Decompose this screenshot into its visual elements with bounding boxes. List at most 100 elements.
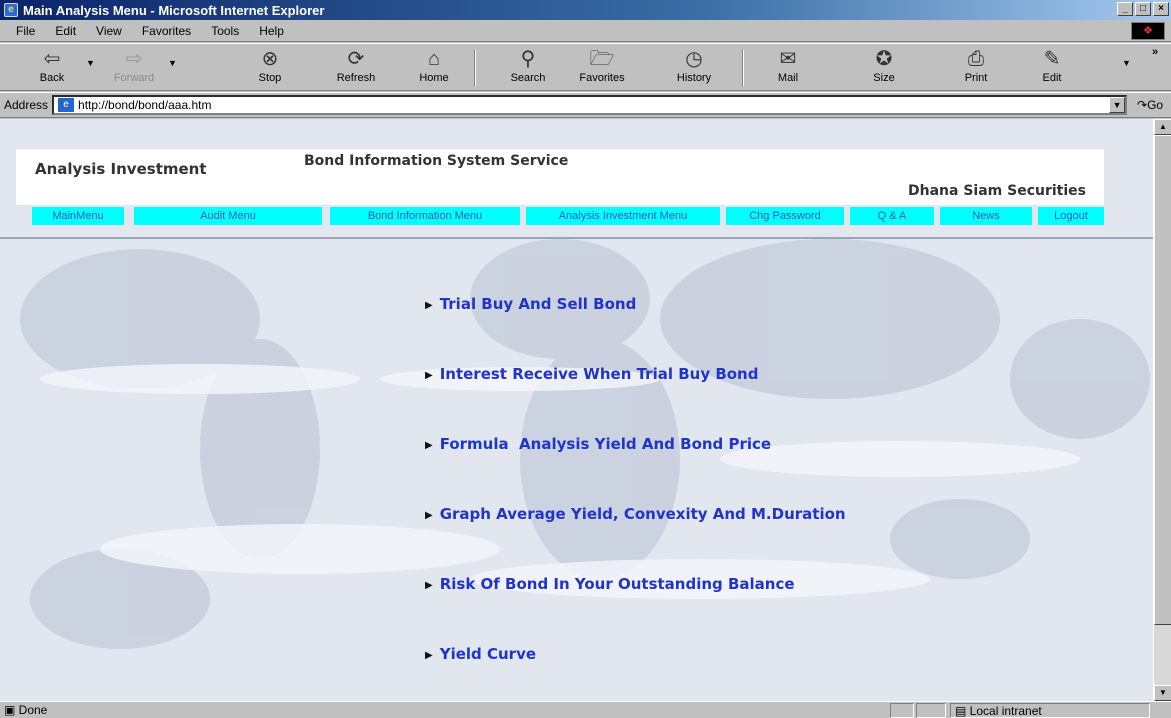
- search-label: Search: [510, 72, 546, 84]
- triangle-right-icon: ▶: [425, 300, 433, 311]
- link-label: Yield Curve: [439, 645, 537, 663]
- nav-q-and-a[interactable]: Q & A: [850, 207, 934, 225]
- vertical-scrollbar[interactable]: ▲ ▼: [1153, 119, 1171, 701]
- triangle-right-icon: ▶: [425, 650, 433, 661]
- mail-button[interactable]: ✉ Mail: [758, 46, 818, 90]
- triangle-right-icon: ▶: [425, 370, 433, 381]
- forward-dropdown-icon[interactable]: ▼: [168, 58, 177, 68]
- standard-toolbar: ⇦ Back ▼ ⇨ Forward ▼ ⊗ Stop ⟳ Refresh ⌂ …: [0, 43, 1171, 91]
- history-label: History: [676, 72, 712, 84]
- window-title: Main Analysis Menu - Microsoft Internet …: [23, 2, 325, 18]
- zone-label: Local intranet: [969, 704, 1042, 718]
- address-bar: Address e http://bond/bond/aaa.htm ▼ ↷Go: [0, 92, 1171, 118]
- search-button[interactable]: ⚲ Search: [498, 46, 558, 90]
- address-url: http://bond/bond/aaa.htm: [78, 98, 212, 112]
- edit-page-icon: ✎: [1043, 48, 1061, 70]
- close-button[interactable]: ×: [1153, 2, 1169, 16]
- header-divider: [0, 237, 1153, 239]
- chevron-right-icon[interactable]: »: [1152, 46, 1158, 58]
- link-graph-average-yield[interactable]: ▶ Graph Average Yield, Convexity And M.Du…: [425, 505, 846, 523]
- stop-button[interactable]: ⊗ Stop: [240, 46, 300, 90]
- back-button[interactable]: ⇦ Back: [22, 46, 82, 90]
- stop-icon: ⊗: [261, 48, 279, 70]
- page-icon: e: [58, 98, 75, 112]
- page-done-icon: ▣: [4, 702, 19, 717]
- scroll-down-icon[interactable]: ▼: [1154, 685, 1171, 701]
- nav-chg-password[interactable]: Chg Password: [726, 207, 844, 225]
- window-controls: _ □ ×: [1117, 2, 1169, 16]
- favorites-button[interactable]: 🗁 Favorites: [572, 46, 632, 90]
- nav-audit-menu[interactable]: Audit Menu: [134, 207, 322, 225]
- edit-button[interactable]: ✎ Edit: [1022, 46, 1082, 90]
- link-risk-of-bond[interactable]: ▶ Risk Of Bond In Your Outstanding Balanc…: [425, 575, 795, 593]
- menu-tools[interactable]: Tools: [201, 24, 249, 38]
- menu-edit[interactable]: Edit: [45, 24, 86, 38]
- header-right-title: Dhana Siam Securities: [908, 183, 1086, 199]
- link-yield-curve[interactable]: ▶ Yield Curve: [425, 645, 536, 663]
- menu-help[interactable]: Help: [249, 24, 294, 38]
- triangle-right-icon: ▶: [425, 580, 433, 591]
- status-bar: ▣ Done ▤ Local intranet: [0, 701, 1171, 718]
- forward-button[interactable]: ⇨ Forward: [104, 46, 164, 90]
- toolbar-separator: [742, 50, 744, 86]
- print-button[interactable]: ⎙ Print: [946, 46, 1006, 90]
- forward-label: Forward: [113, 72, 155, 84]
- link-label: Interest Receive When Trial Buy Bond: [439, 365, 759, 383]
- status-text: ▣ Done: [0, 703, 47, 717]
- menu-bar: File Edit View Favorites Tools Help: [0, 20, 1171, 42]
- refresh-label: Refresh: [336, 72, 376, 84]
- text-size-icon: ✪: [875, 48, 893, 70]
- ie-logo-icon: e: [4, 3, 18, 17]
- size-label: Size: [873, 72, 895, 84]
- intranet-icon: ▤: [955, 704, 970, 718]
- status-label: Done: [18, 702, 48, 717]
- minimize-button[interactable]: _: [1117, 2, 1133, 16]
- home-label: Home: [419, 72, 449, 84]
- forward-arrow-icon: ⇨: [125, 48, 143, 70]
- link-formula-analysis[interactable]: ▶ Formula Analysis Yield And Bond Price: [425, 435, 771, 453]
- menu-file[interactable]: File: [6, 24, 45, 38]
- link-label: Trial Buy And Sell Bond: [439, 295, 637, 313]
- address-dropdown-icon[interactable]: ▼: [1109, 97, 1126, 113]
- refresh-button[interactable]: ⟳ Refresh: [326, 46, 386, 90]
- edit-label: Edit: [1042, 72, 1062, 84]
- back-arrow-icon: ⇦: [43, 48, 61, 70]
- link-interest-receive[interactable]: ▶ Interest Receive When Trial Buy Bond: [425, 365, 758, 383]
- mail-icon: ✉: [779, 48, 797, 70]
- windows-logo-icon: ❖: [1131, 22, 1165, 40]
- link-trial-buy-sell-bond[interactable]: ▶ Trial Buy And Sell Bond: [425, 295, 636, 313]
- more-dropdown-icon[interactable]: ▼: [1122, 58, 1131, 68]
- site-header: Analysis Investment Bond Information Sys…: [16, 149, 1104, 205]
- nav-mainmenu[interactable]: MainMenu: [32, 207, 124, 225]
- address-label: Address: [4, 98, 49, 112]
- nav-analysis-investment-menu[interactable]: Analysis Investment Menu: [526, 207, 720, 225]
- go-label: Go: [1147, 98, 1164, 112]
- favorites-folder-icon: 🗁: [589, 48, 615, 70]
- nav-news[interactable]: News: [940, 207, 1032, 225]
- history-icon: ◷: [685, 48, 703, 70]
- back-dropdown-icon[interactable]: ▼: [86, 58, 95, 68]
- menu-favorites[interactable]: Favorites: [132, 24, 201, 38]
- maximize-button[interactable]: □: [1135, 2, 1151, 16]
- mail-label: Mail: [777, 72, 799, 84]
- site-nav: MainMenu Audit Menu Bond Information Men…: [0, 207, 1153, 225]
- scroll-up-icon[interactable]: ▲: [1154, 119, 1171, 135]
- home-button[interactable]: ⌂ Home: [404, 46, 464, 90]
- size-button[interactable]: ✪ Size: [854, 46, 914, 90]
- window-titlebar: e Main Analysis Menu - Microsoft Interne…: [0, 0, 1171, 20]
- header-center-title: Bond Information System Service: [304, 153, 569, 169]
- status-cell: [916, 703, 946, 718]
- status-cell: [890, 703, 914, 718]
- search-icon: ⚲: [520, 48, 536, 70]
- go-button[interactable]: ↷Go: [1137, 98, 1163, 112]
- link-label: Graph Average Yield, Convexity And M.Dur…: [439, 505, 846, 523]
- triangle-right-icon: ▶: [425, 510, 433, 521]
- address-input[interactable]: e http://bond/bond/aaa.htm ▼: [52, 95, 1128, 115]
- history-button[interactable]: ◷ History: [664, 46, 724, 90]
- menu-view[interactable]: View: [86, 24, 132, 38]
- back-label: Back: [39, 72, 65, 84]
- nav-logout[interactable]: Logout: [1038, 207, 1104, 225]
- scrollbar-thumb[interactable]: [1154, 135, 1171, 625]
- nav-bond-information-menu[interactable]: Bond Information Menu: [330, 207, 520, 225]
- print-label: Print: [964, 72, 988, 84]
